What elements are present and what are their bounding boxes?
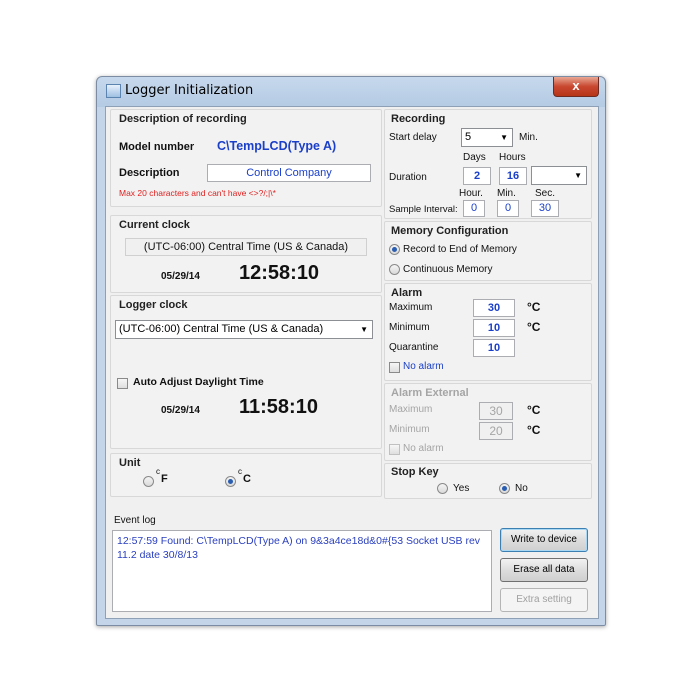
auto-adjust-label: Auto Adjust Daylight Time <box>133 376 264 388</box>
alarm-external-title: Alarm External <box>391 387 469 399</box>
logger-clock-group: Logger clock (UTC-06:00) Central Time (U… <box>110 295 382 449</box>
window-icon <box>106 84 121 98</box>
alarm-title: Alarm <box>391 287 423 299</box>
unit-c-label: C <box>243 473 251 485</box>
model-number-label: Model number <box>119 141 195 153</box>
sample-sec-input[interactable]: 30 <box>531 200 559 217</box>
duration-label: Duration <box>389 172 427 183</box>
extra-setting-button[interactable]: Extra setting <box>500 588 588 612</box>
memory-continuous-label: Continuous Memory <box>403 264 493 275</box>
sample-hour-input[interactable]: 0 <box>463 200 485 217</box>
logger-initialization-window: Logger Initialization x Description of r… <box>96 76 606 626</box>
alarm-external-min-input[interactable]: 20 <box>479 422 513 440</box>
unit-f-radio[interactable] <box>143 476 154 487</box>
quarantine-label: Quarantine <box>389 342 439 353</box>
duration-select[interactable]: ▼ <box>531 166 587 185</box>
description-input[interactable]: Control Company <box>207 164 371 182</box>
days-label: Days <box>463 152 486 163</box>
close-button[interactable]: x <box>553 77 599 97</box>
event-log-title: Event log <box>114 515 156 526</box>
quarantine-input[interactable]: 10 <box>473 339 515 357</box>
logger-timezone-value: (UTC-06:00) Central Time (US & Canada) <box>119 323 324 335</box>
hour-label: Hour. <box>459 188 483 199</box>
alarm-max-unit: °C <box>527 300 541 314</box>
start-delay-label: Start delay <box>389 132 437 143</box>
alarm-max-label: Maximum <box>389 302 433 313</box>
alarm-external-min-unit: °C <box>527 423 541 437</box>
stop-key-yes-label: Yes <box>453 483 470 494</box>
hours-label: Hours <box>499 152 526 163</box>
unit-title: Unit <box>119 457 141 469</box>
start-delay-unit: Min. <box>519 132 538 143</box>
no-alarm-checkbox[interactable] <box>389 362 400 373</box>
current-timezone: (UTC-06:00) Central Time (US & Canada) <box>125 238 367 256</box>
description-group-title: Description of recording <box>119 113 247 125</box>
auto-adjust-checkbox[interactable] <box>117 378 128 389</box>
write-to-device-button[interactable]: Write to device <box>500 528 588 552</box>
logger-date: 05/29/14 <box>161 405 200 416</box>
alarm-min-label: Minimum <box>389 322 430 333</box>
memory-continuous-radio[interactable] <box>389 264 400 275</box>
stop-key-no-radio[interactable] <box>499 483 510 494</box>
duration-days-input[interactable]: 2 <box>463 167 491 185</box>
alarm-min-input[interactable]: 10 <box>473 319 515 337</box>
unit-f-degree: c <box>156 467 160 476</box>
alarm-external-group: Alarm External Maximum 30 °C Minimum 20 … <box>384 383 592 461</box>
event-log-text[interactable]: 12:57:59 Found: C\TempLCD(Type A) on 9&3… <box>112 530 492 612</box>
current-date: 05/29/14 <box>161 271 200 282</box>
start-delay-select[interactable]: 5 ▼ <box>461 128 513 147</box>
alarm-external-min-label: Minimum <box>389 424 430 435</box>
unit-f-label: F <box>161 473 168 485</box>
logger-timezone-select[interactable]: (UTC-06:00) Central Time (US & Canada) ▼ <box>115 320 373 339</box>
alarm-min-unit: °C <box>527 320 541 334</box>
stop-key-no-label: No <box>515 483 528 494</box>
current-clock-title: Current clock <box>119 219 190 231</box>
alarm-max-input[interactable]: 30 <box>473 299 515 317</box>
logger-time: 11:58:10 <box>239 396 318 418</box>
no-alarm-label: No alarm <box>403 361 444 372</box>
sec-label: Sec. <box>535 188 556 199</box>
chevron-down-icon: ▼ <box>360 325 368 334</box>
unit-c-radio[interactable] <box>225 476 236 487</box>
current-clock-group: Current clock (UTC-06:00) Central Time (… <box>110 215 382 293</box>
unit-group: Unit c F c C <box>110 453 382 497</box>
description-warning: Max 20 characters and can't have <>?/;|\… <box>119 188 276 198</box>
memory-group: Memory Configuration Record to End of Me… <box>384 221 592 281</box>
alarm-external-no-alarm-checkbox[interactable] <box>389 444 400 455</box>
stop-key-title: Stop Key <box>391 466 439 478</box>
chevron-down-icon: ▼ <box>574 171 582 180</box>
memory-record-end-label: Record to End of Memory <box>403 244 517 255</box>
sample-min-input[interactable]: 0 <box>497 200 519 217</box>
start-delay-value: 5 <box>465 131 472 143</box>
dialog-body: Description of recording Model number C\… <box>105 106 599 619</box>
erase-all-data-button[interactable]: Erase all data <box>500 558 588 582</box>
stop-key-group: Stop Key Yes No <box>384 463 592 499</box>
unit-c-degree: c <box>238 467 242 476</box>
memory-record-end-radio[interactable] <box>389 244 400 255</box>
memory-title: Memory Configuration <box>391 225 509 237</box>
window-title: Logger Initialization <box>125 83 254 98</box>
recording-title: Recording <box>391 113 446 125</box>
alarm-group: Alarm Maximum 30 °C Minimum 10 °C Quaran… <box>384 283 592 381</box>
current-time: 12:58:10 <box>239 262 320 284</box>
stop-key-yes-radio[interactable] <box>437 483 448 494</box>
alarm-external-max-unit: °C <box>527 403 541 417</box>
description-label: Description <box>119 167 180 179</box>
alarm-external-no-alarm-label: No alarm <box>403 443 444 454</box>
alarm-external-max-label: Maximum <box>389 404 433 415</box>
logger-clock-title: Logger clock <box>119 299 188 311</box>
description-group: Description of recording Model number C\… <box>110 109 382 207</box>
duration-hours-input[interactable]: 16 <box>499 167 527 185</box>
chevron-down-icon: ▼ <box>500 133 508 142</box>
title-bar[interactable]: Logger Initialization x <box>97 77 605 105</box>
sample-interval-label: Sample Interval: <box>389 204 458 215</box>
model-number-value: C\TempLCD(Type A) <box>217 139 337 153</box>
recording-group: Recording Start delay 5 ▼ Min. Days Hour… <box>384 109 592 219</box>
min-label: Min. <box>497 188 516 199</box>
alarm-external-max-input[interactable]: 30 <box>479 402 513 420</box>
